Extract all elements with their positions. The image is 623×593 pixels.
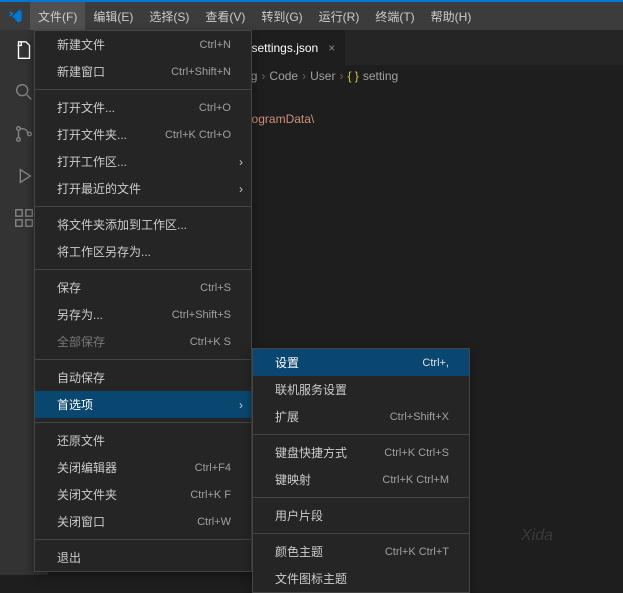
menu-close-folder[interactable]: 关闭文件夹Ctrl+K F <box>35 481 251 508</box>
menu-open-file[interactable]: 打开文件...Ctrl+O <box>35 94 251 121</box>
menu-revert[interactable]: 还原文件 <box>35 427 251 454</box>
submenu-snippets[interactable]: 用户片段 <box>253 502 469 529</box>
file-menu-dropdown: 新建文件Ctrl+N 新建窗口Ctrl+Shift+N 打开文件...Ctrl+… <box>34 30 252 572</box>
menubar: 文件(F) 编辑(E) 选择(S) 查看(V) 转到(G) 运行(R) 终端(T… <box>30 2 479 30</box>
vscode-logo-icon <box>0 8 30 24</box>
chevron-right-icon: › <box>239 398 243 412</box>
chevron-right-icon: › <box>239 182 243 196</box>
close-icon[interactable]: × <box>328 41 335 55</box>
menu-save-as[interactable]: 另存为...Ctrl+Shift+S <box>35 301 251 328</box>
menu-save[interactable]: 保存Ctrl+S <box>35 274 251 301</box>
menu-terminal[interactable]: 终端(T) <box>367 2 422 30</box>
menu-goto[interactable]: 转到(G) <box>253 2 310 30</box>
tab-label: settings.json <box>252 41 319 55</box>
explorer-icon[interactable] <box>12 38 36 62</box>
submenu-settings[interactable]: 设置Ctrl+, <box>253 349 469 376</box>
menu-exit[interactable]: 退出 <box>35 544 251 571</box>
menu-open-workspace[interactable]: 打开工作区...› <box>35 148 251 175</box>
menu-save-all[interactable]: 全部保存Ctrl+K S <box>35 328 251 355</box>
menu-add-folder[interactable]: 将文件夹添加到工作区... <box>35 211 251 238</box>
menu-open-recent[interactable]: 打开最近的文件› <box>35 175 251 202</box>
submenu-kb-shortcuts[interactable]: 键盘快捷方式Ctrl+K Ctrl+S <box>253 439 469 466</box>
submenu-extensions[interactable]: 扩展Ctrl+Shift+X <box>253 403 469 430</box>
menu-close-window[interactable]: 关闭窗口Ctrl+W <box>35 508 251 535</box>
menu-view[interactable]: 查看(V) <box>197 2 253 30</box>
menu-new-window[interactable]: 新建窗口Ctrl+Shift+N <box>35 58 251 85</box>
search-icon[interactable] <box>12 80 36 104</box>
menu-edit[interactable]: 编辑(E) <box>85 2 141 30</box>
menu-select[interactable]: 选择(S) <box>141 2 197 30</box>
debug-icon[interactable] <box>12 164 36 188</box>
submenu-keymaps[interactable]: 键映射Ctrl+K Ctrl+M <box>253 466 469 493</box>
menu-open-folder[interactable]: 打开文件夹...Ctrl+K Ctrl+O <box>35 121 251 148</box>
menu-new-file[interactable]: 新建文件Ctrl+N <box>35 31 251 58</box>
submenu-icon-theme[interactable]: 文件图标主题 <box>253 565 469 592</box>
submenu-color-theme[interactable]: 颜色主题Ctrl+K Ctrl+T <box>253 538 469 565</box>
menu-run[interactable]: 运行(R) <box>311 2 368 30</box>
source-control-icon[interactable] <box>12 122 36 146</box>
submenu-online-settings[interactable]: 联机服务设置 <box>253 376 469 403</box>
menu-auto-save[interactable]: 自动保存 <box>35 364 251 391</box>
preferences-submenu: 设置Ctrl+, 联机服务设置 扩展Ctrl+Shift+X 键盘快捷方式Ctr… <box>252 348 470 593</box>
chevron-right-icon: › <box>239 155 243 169</box>
menu-close-editor[interactable]: 关闭编辑器Ctrl+F4 <box>35 454 251 481</box>
menu-file[interactable]: 文件(F) <box>30 2 85 30</box>
titlebar: 文件(F) 编辑(E) 选择(S) 查看(V) 转到(G) 运行(R) 终端(T… <box>0 0 623 30</box>
menu-save-workspace[interactable]: 将工作区另存为... <box>35 238 251 265</box>
menu-help[interactable]: 帮助(H) <box>423 2 480 30</box>
watermark: Xida <box>521 527 553 545</box>
extensions-icon[interactable] <box>12 206 36 230</box>
menu-preferences[interactable]: 首选项› <box>35 391 251 418</box>
